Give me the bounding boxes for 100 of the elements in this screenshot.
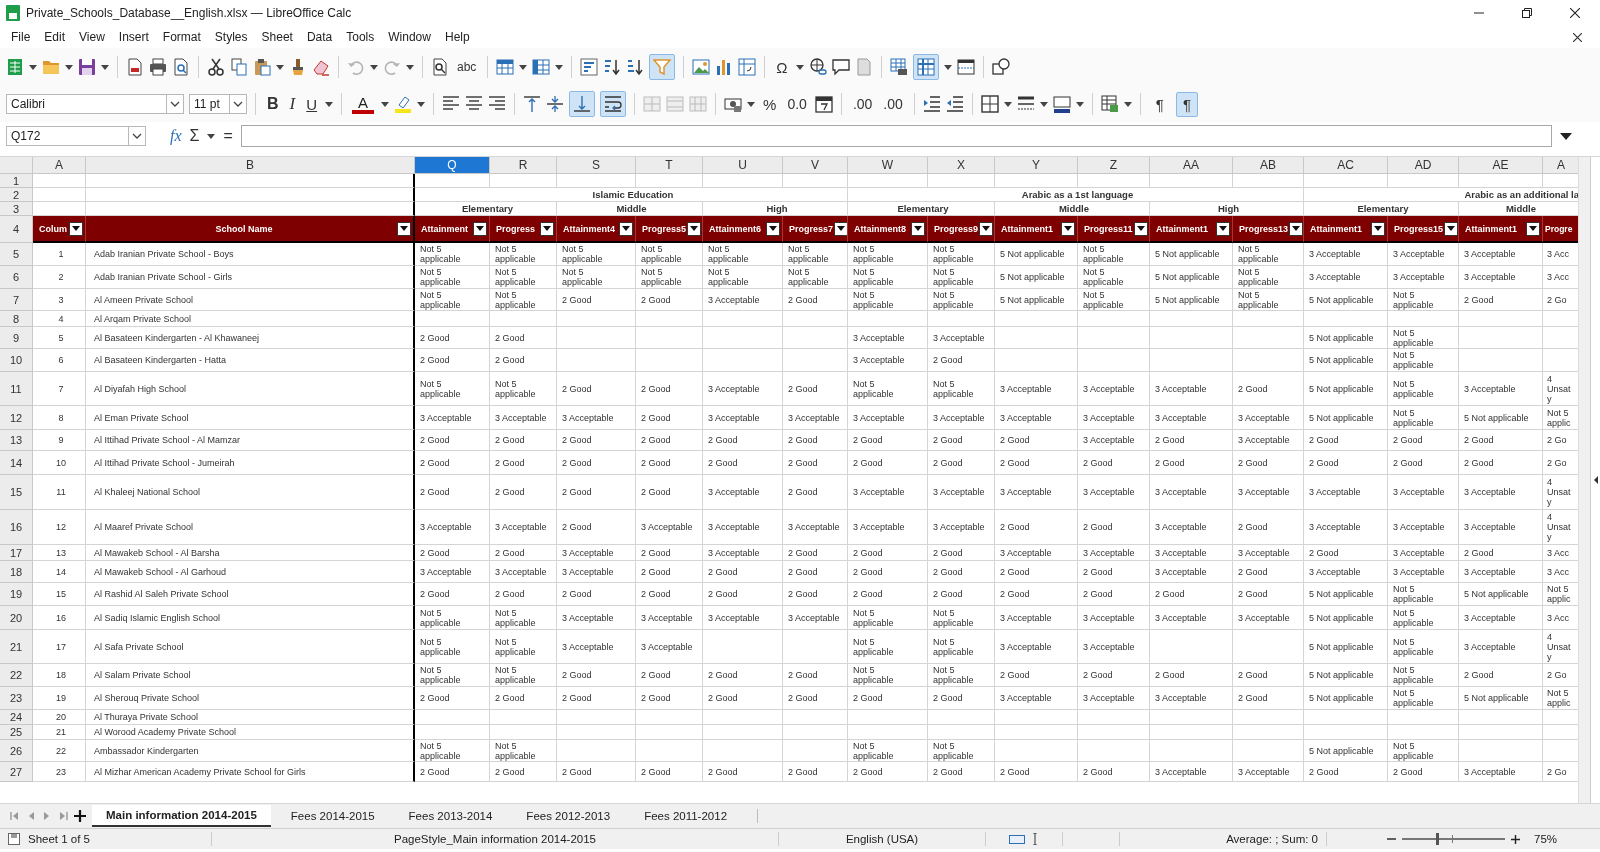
filter-button[interactable] (69, 221, 83, 236)
caret-icon[interactable] (29, 64, 37, 70)
percent-button[interactable]: % (760, 95, 780, 113)
split-window-icon[interactable] (956, 58, 975, 76)
shapes-icon[interactable] (991, 58, 1010, 76)
unmerge-cells-icon[interactable] (689, 95, 708, 113)
column-header[interactable]: B (86, 157, 415, 174)
caret-icon[interactable] (1075, 101, 1084, 107)
sidebar-toggle-icon[interactable] (1592, 476, 1599, 484)
sheet-tab[interactable]: Fees 2014-2015 (276, 806, 389, 826)
banknote-icon[interactable] (724, 95, 743, 113)
column-header[interactable]: Y (995, 157, 1078, 174)
sheet-tab[interactable]: Fees 2011-2012 (630, 806, 742, 826)
save-icon[interactable] (78, 58, 96, 76)
caret-icon[interactable] (370, 64, 378, 70)
special-character-button[interactable]: Ω (773, 58, 791, 76)
spelling-button[interactable]: abc (454, 60, 480, 74)
printer-icon[interactable] (149, 58, 167, 76)
sheet-tab[interactable]: Fees 2013-2014 (394, 806, 507, 826)
column-header[interactable]: V (783, 157, 848, 174)
maximize-icon[interactable] (1522, 8, 1532, 18)
caret-icon[interactable] (101, 64, 109, 70)
filter-button[interactable] (1371, 221, 1385, 236)
caret-icon[interactable] (519, 64, 528, 70)
row-header[interactable]: 13 (0, 430, 33, 451)
column-header[interactable]: U (703, 157, 783, 174)
menu-item[interactable]: Sheet (254, 28, 300, 46)
menu-item[interactable]: Tools (339, 28, 382, 46)
row-header[interactable]: 21 (0, 630, 33, 664)
indent-icon[interactable] (922, 95, 941, 113)
row-header[interactable]: 26 (0, 740, 33, 762)
column-header[interactable]: AB (1233, 157, 1304, 174)
sort-ascending-icon[interactable] (603, 58, 622, 76)
align-left-icon[interactable] (442, 95, 461, 113)
copy-icon[interactable] (230, 58, 248, 76)
row-header[interactable]: 7 (0, 289, 33, 311)
expand-icon[interactable] (1560, 132, 1572, 140)
row-header[interactable]: 3 (0, 202, 33, 216)
freeze-panes-button[interactable] (912, 54, 939, 80)
row-header[interactable]: 1 (0, 174, 33, 188)
align-middle-icon[interactable] (546, 95, 565, 113)
vertical-scrollbar[interactable] (1578, 157, 1590, 803)
menu-item[interactable]: Help (437, 28, 477, 46)
close-icon[interactable] (1570, 8, 1580, 18)
italic-button[interactable]: I (286, 94, 299, 114)
conditional-format-icon[interactable] (1100, 95, 1119, 113)
row-header[interactable]: 4 (0, 216, 33, 243)
name-box[interactable]: Q172 (6, 126, 146, 146)
pdf-icon[interactable] (126, 58, 144, 76)
merge-cells-icon[interactable] (643, 95, 662, 113)
outdent-icon[interactable] (945, 95, 964, 113)
filter-button[interactable] (766, 221, 780, 236)
row-header[interactable]: 19 (0, 583, 33, 606)
number-format-button[interactable]: 0.0 (784, 96, 810, 112)
menu-item[interactable]: Insert (111, 28, 156, 46)
image-icon[interactable] (692, 58, 711, 76)
borders-icon[interactable] (980, 95, 999, 113)
column-header[interactable]: W (848, 157, 928, 174)
find-replace-icon[interactable] (431, 58, 449, 76)
filter-button[interactable] (687, 221, 702, 236)
bold-button[interactable]: B (264, 95, 282, 113)
column-header[interactable]: T (636, 157, 703, 174)
column-header[interactable]: AD (1388, 157, 1459, 174)
caret-icon[interactable] (325, 101, 334, 107)
menu-item[interactable]: File (4, 28, 38, 46)
print-area-icon[interactable] (889, 58, 908, 76)
menu-item[interactable]: View (72, 28, 112, 46)
row-header[interactable]: 12 (0, 406, 33, 430)
zoom-out-icon[interactable] (1387, 835, 1396, 843)
caret-icon[interactable] (747, 101, 756, 107)
row-header[interactable]: 17 (0, 545, 33, 561)
menu-item[interactable]: Format (155, 28, 208, 46)
filter-button[interactable] (540, 221, 554, 236)
caret-icon[interactable] (795, 64, 804, 70)
caret-icon[interactable] (1003, 101, 1012, 107)
row-header[interactable]: 2 (0, 188, 33, 202)
filter-button[interactable] (1289, 221, 1303, 236)
zoom-slider[interactable] (1402, 833, 1505, 845)
column-header[interactable]: Q (415, 157, 490, 174)
row-header[interactable]: 27 (0, 762, 33, 782)
text-cursor-icon[interactable] (1031, 833, 1039, 845)
underline-button[interactable]: U (303, 95, 321, 113)
row-header[interactable]: 25 (0, 725, 33, 740)
sheet-tab[interactable]: Main information 2014-2015 (92, 805, 271, 827)
slider-thumb[interactable] (1436, 833, 1439, 845)
column-header[interactable]: AE (1459, 157, 1543, 174)
sort-descending-icon[interactable] (626, 58, 645, 76)
eraser-icon[interactable] (312, 58, 330, 76)
clipboard-icon[interactable] (253, 58, 271, 76)
row-header[interactable]: 6 (0, 266, 33, 289)
filter-button[interactable] (911, 221, 925, 236)
font-color-button[interactable]: A (350, 94, 377, 114)
row-header[interactable]: 11 (0, 372, 33, 406)
caret-icon[interactable] (555, 64, 564, 70)
row-header[interactable]: 9 (0, 327, 33, 349)
row-header[interactable]: 16 (0, 510, 33, 545)
column-header[interactable]: Z (1078, 157, 1150, 174)
caret-icon[interactable] (207, 133, 216, 139)
column-header[interactable]: A (1543, 157, 1579, 174)
filter-button[interactable] (397, 221, 411, 236)
